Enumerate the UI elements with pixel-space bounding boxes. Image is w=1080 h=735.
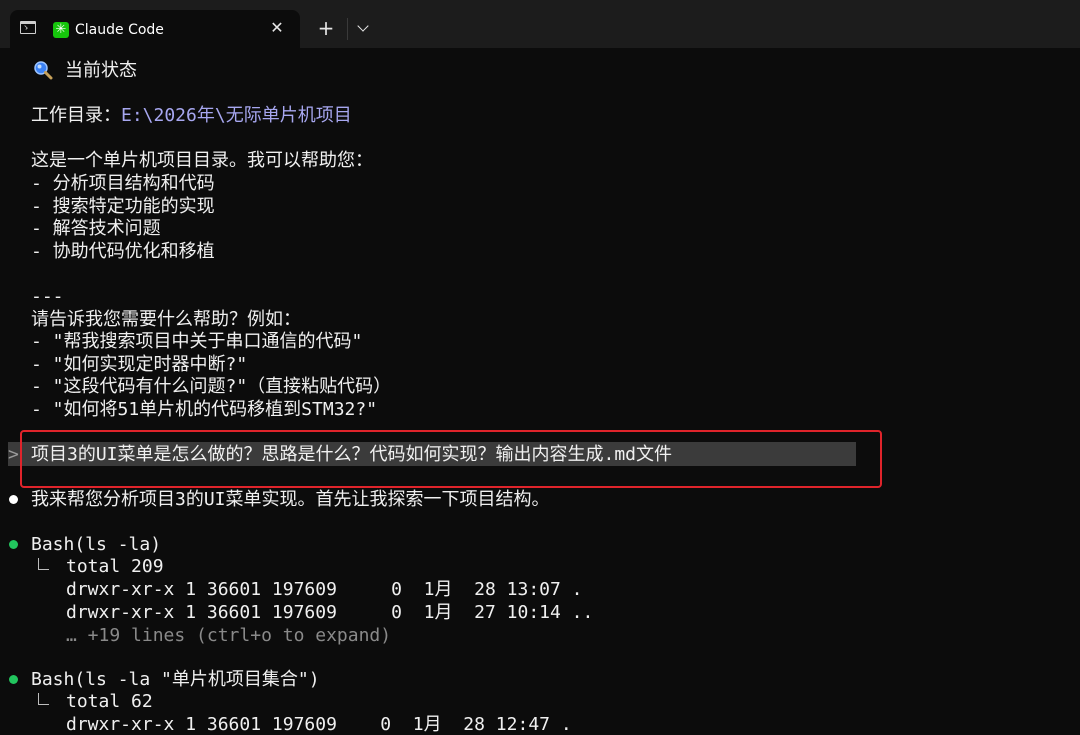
- command-output: drwxr-xr-x 1 36601 197609 0 1月 27 10:14 …: [66, 602, 594, 623]
- prompt-caret: >: [8, 444, 19, 465]
- tree-branch-icon: [38, 693, 49, 705]
- example-item: - "帮我搜索项目中关于串口通信的代码": [31, 331, 363, 352]
- status-dot-icon: [9, 540, 18, 549]
- status-heading: 当前状态: [65, 60, 137, 81]
- magnifier-icon: [34, 61, 53, 80]
- command-output: drwxr-xr-x 1 36601 197609 0 1月 28 13:07 …: [66, 579, 583, 600]
- intro-text: 这是一个单片机项目目录。我可以帮助您：: [31, 150, 373, 171]
- command-output: total 62: [66, 691, 153, 712]
- new-tab-button[interactable]: +: [314, 16, 338, 40]
- tab-title: Claude Code: [75, 22, 164, 38]
- example-item: - "如何实现定时器中断?": [31, 354, 248, 375]
- ability-item: - 协助代码优化和移植: [31, 241, 215, 262]
- claude-icon: ✳: [53, 22, 69, 38]
- example-item: - "这段代码有什么问题?"（直接粘贴代码）: [31, 376, 392, 397]
- ask-text: 请告诉我您需要什么帮助？例如：: [31, 309, 301, 330]
- close-icon[interactable]: ✕: [265, 16, 289, 40]
- command-label: Bash(ls -la): [31, 534, 162, 555]
- bullet-icon: [9, 495, 18, 504]
- ability-item: - 搜索特定功能的实现: [31, 196, 215, 217]
- status-dot-icon: [9, 675, 18, 684]
- title-bar: ✳ Claude Code ✕ +: [0, 0, 1080, 48]
- terminal-icon: [20, 21, 36, 34]
- example-item: - "如何将51单片机的代码移植到STM32?": [31, 399, 378, 420]
- separator: ---: [31, 286, 64, 307]
- workdir-label: 工作目录：: [31, 105, 121, 126]
- expand-hint[interactable]: … +19 lines (ctrl+o to expand): [66, 624, 391, 647]
- tab-claude-code[interactable]: ✳ Claude Code ✕: [10, 10, 300, 48]
- tree-branch-icon: [38, 558, 49, 570]
- command-label: Bash(ls -la "单片机项目集合"): [31, 669, 320, 690]
- highlight-box: [20, 430, 882, 488]
- command-output: drwxr-xr-x 1 36601 197609 0 1月 28 12:47 …: [66, 714, 572, 735]
- workdir-line: 工作目录：E:\2026年\无际单片机项目: [31, 104, 352, 127]
- chevron-down-icon[interactable]: [352, 17, 374, 39]
- command-output: total 209: [66, 556, 164, 577]
- ability-item: - 解答技术问题: [31, 218, 161, 239]
- assistant-reply: 我来帮您分析项目3的UI菜单实现。首先让我探索一下项目结构。: [31, 489, 550, 510]
- ability-item: - 分析项目结构和代码: [31, 173, 215, 194]
- workdir-path[interactable]: E:\2026年\无际单片机项目: [121, 105, 352, 126]
- divider: [347, 18, 348, 40]
